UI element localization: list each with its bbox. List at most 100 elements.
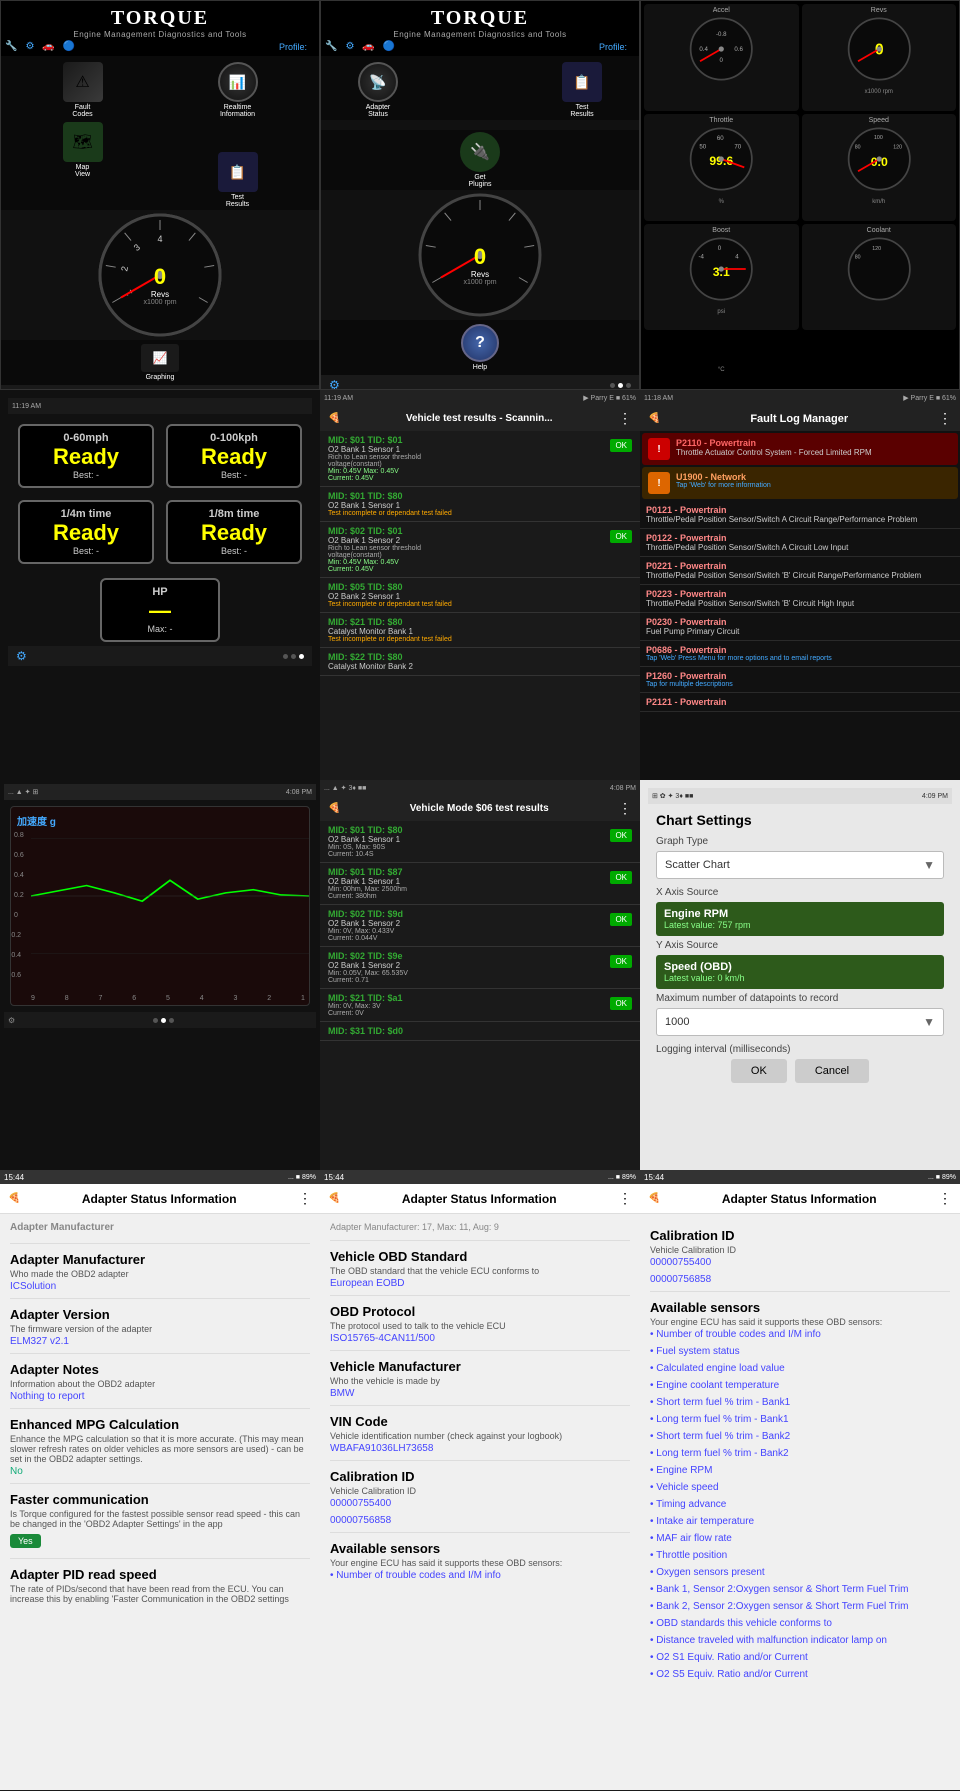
get-plugins-menu[interactable]: 🔌 GetPlugins [460, 132, 500, 188]
test-results-label: TestResults [226, 194, 249, 208]
graphing-label-1: Graphing [146, 374, 175, 381]
adapter-status-menu[interactable]: 📡 AdapterStatus [358, 62, 398, 118]
fault-code-p0230: P0230 - Powertrain [646, 617, 739, 627]
page-dots-3 [283, 654, 304, 659]
perf-0-60: 0-60mph Ready Best: - [18, 424, 154, 488]
y-neg0.4: -0.4 [10, 952, 21, 959]
chart-settings-screen: ⊞ ✿ ✦ 3♦ ■■ 4:09 PM Chart Settings Graph… [640, 780, 960, 1170]
adapter-content-1: Adapter Manufacturer Adapter Manufacture… [0, 1214, 320, 1612]
enhanced-mpg-title: Enhanced MPG Calculation [10, 1417, 310, 1432]
fault-item-p0221: P0221 - PowertrainThrottle/Pedal Positio… [640, 557, 960, 585]
x-axis-current: Latest value: 757 rpm [664, 920, 936, 930]
acceleration-graph: 加速度 g 0.8 0.6 0.4 0.2 0 -0.2 -0.4 -0.6 9… [10, 806, 310, 1006]
fault-code-p1260: P1260 - Powertrain [646, 671, 733, 681]
sensor-14: • Oxygen sensors present [650, 1567, 950, 1578]
x-axis-box[interactable]: Engine RPM Latest value: 757 rpm [656, 902, 944, 936]
revs-label-1: Revs [143, 290, 176, 299]
test-mid-5: MID: $22 TID: $80 [328, 652, 632, 662]
vehicle-mfr-title: Vehicle Manufacturer [330, 1359, 630, 1374]
max-datapoints-dropdown[interactable]: 1000 ▼ [656, 1008, 944, 1036]
bottom-bar-3: ⚙ [8, 646, 312, 666]
adapter-manufacturer-desc: Who made the OBD2 adapter [10, 1269, 310, 1279]
profile-label[interactable]: Profile: [279, 42, 307, 52]
chart-ok-button[interactable]: OK [731, 1059, 787, 1083]
torque-header-2: Torque Engine Management Diagnostics and… [321, 1, 639, 56]
vin-code-value: WBAFA91036LH73658 [330, 1443, 630, 1454]
adapter-header-title-1: Adapter Status Information [82, 1192, 237, 1206]
pid-speed-title: Adapter PID read speed [10, 1567, 310, 1582]
test-item-0: MID: $01 TID: $01 O2 Bank 1 Sensor 1 Ric… [320, 431, 640, 487]
performance-screen: 11:19 AM 0-60mph Ready Best: - 0-100kph … [0, 390, 320, 780]
coolant-svg: 80 120 [805, 234, 954, 304]
available-sensors-desc-3: Your engine ECU has said it supports the… [650, 1317, 950, 1327]
svg-text:4: 4 [735, 253, 739, 260]
y-axis-label: Y Axis Source [656, 940, 944, 951]
sensor-5: • Long term fuel % trim - Bank1 [650, 1414, 950, 1425]
test-results-menu-2[interactable]: 📋 TestResults [562, 62, 602, 118]
mode06-ok-4: OK [610, 997, 632, 1010]
svg-text:120: 120 [893, 144, 902, 150]
app-title-2: Torque [325, 7, 635, 30]
revs-value-2: 0 [463, 244, 496, 270]
revs-unit-2: x1000 rpm [463, 279, 496, 286]
y-axis-box[interactable]: Speed (OBD) Latest value: 0 km/h [656, 955, 944, 989]
app-title-1: Torque [5, 7, 315, 30]
revs-unit-1: x1000 rpm [143, 299, 176, 306]
adapter-notes-desc: Information about the OBD2 adapter [10, 1379, 310, 1389]
map-view-menu[interactable]: 🗺 MapView [63, 122, 103, 208]
fault-code-p0221: P0221 - Powertrain [646, 561, 921, 571]
chart-cancel-button[interactable]: Cancel [795, 1059, 869, 1083]
perf-eighth-title: 1/8m time [174, 508, 294, 520]
fault-desc-p2110: Throttle Actuator Control System - Force… [676, 448, 872, 457]
adapter-status-label: AdapterStatus [366, 104, 391, 118]
mode06-mid-3: MID: $02 TID: $9e [328, 951, 408, 961]
bottom-icon-2: ⚙ [329, 378, 340, 390]
sensor-0: • Number of trouble codes and I/M info [650, 1329, 950, 1340]
perf-quarter-value: Ready [26, 520, 146, 546]
y-0.2: 0.2 [14, 892, 24, 899]
available-sensors-desc-2: Your engine ECU has said it supports the… [330, 1558, 630, 1568]
test-results-menu[interactable]: 📋 TestResults [218, 152, 258, 208]
sensor-11: • Intake air temperature [650, 1516, 950, 1527]
vehicle-obd-desc: The OBD standard that the vehicle ECU co… [330, 1266, 630, 1276]
fault-action-u1900: Tap 'Web' for more information [676, 482, 771, 489]
sensor-8: • Engine RPM [650, 1465, 950, 1476]
realtime-info-menu[interactable]: 📊 RealtimeInformation [218, 62, 258, 118]
help-menu[interactable]: ? Help [461, 324, 499, 371]
fault-item-u1900: ! U1900 - Network Tap 'Web' for more inf… [642, 467, 958, 499]
speed-svg: 80 100 120 0.0 [805, 124, 954, 194]
test-ok-badge-2: OK [610, 530, 632, 543]
faster-comm-desc: Is Torque configured for the fastest pos… [10, 1509, 310, 1529]
svg-text:0: 0 [718, 244, 722, 251]
screen3-dashboard: Accel -0.8 0 0.4 0.6 Revs 0 [640, 0, 960, 390]
test-mid-1: MID: $01 TID: $80 [328, 491, 632, 501]
perf-eighth-best: Best: - [174, 546, 294, 556]
fault-orange-icon: ! [648, 472, 670, 494]
perf-quarter: 1/4m time Ready Best: - [18, 500, 154, 564]
coolant-gauge: Coolant 80 120 [802, 224, 957, 331]
sensor-18: • Distance traveled with malfunction ind… [650, 1635, 950, 1646]
profile-label-2[interactable]: Profile: [599, 42, 627, 52]
car-icon: 🚗 [42, 41, 54, 52]
test-item-3: MID: $05 TID: $80 O2 Bank 2 Sensor 1 Tes… [320, 578, 640, 613]
boost-svg: -4 0 4 3.1 [647, 234, 796, 304]
fault-item-p2121: P2121 - Powertrain [640, 693, 960, 712]
graphing-menu-1[interactable]: 📈 Graphing [141, 344, 179, 381]
fault-item-p0230: P0230 - PowertrainFuel Pump Primary Circ… [640, 613, 960, 641]
fault-codes-menu[interactable]: ⚠ FaultCodes [63, 62, 103, 118]
calibration-id-v2-3: 00000756858 [650, 1274, 950, 1285]
test-mid-4: MID: $21 TID: $80 [328, 617, 632, 627]
fault-item-p0121: P0121 - PowertrainThrottle/Pedal Positio… [640, 501, 960, 529]
hp-value: — [108, 598, 212, 624]
settings-icon: ⚙ [25, 41, 34, 52]
test-mid-0: MID: $01 TID: $01 [328, 435, 421, 445]
mode06-item-4: MID: $21 TID: $a1 Min: 0V, Max: 3VCurren… [320, 989, 640, 1022]
enhanced-mpg-desc: Enhance the MPG calculation so that it i… [10, 1434, 310, 1464]
calibration-id-desc-2: Vehicle Calibration ID [330, 1486, 630, 1496]
perf-0-60-value: Ready [26, 444, 146, 470]
fault-code-p0122: P0122 - Powertrain [646, 533, 848, 543]
sensor-17: • OBD standards this vehicle conforms to [650, 1618, 950, 1629]
graph-type-dropdown[interactable]: Scatter Chart ▼ [656, 851, 944, 879]
mode06-item-5: MID: $31 TID: $d0 [320, 1022, 640, 1041]
test-range-2: Min: 0.45V Max: 0.45VCurrent: 0.45V [328, 559, 421, 573]
